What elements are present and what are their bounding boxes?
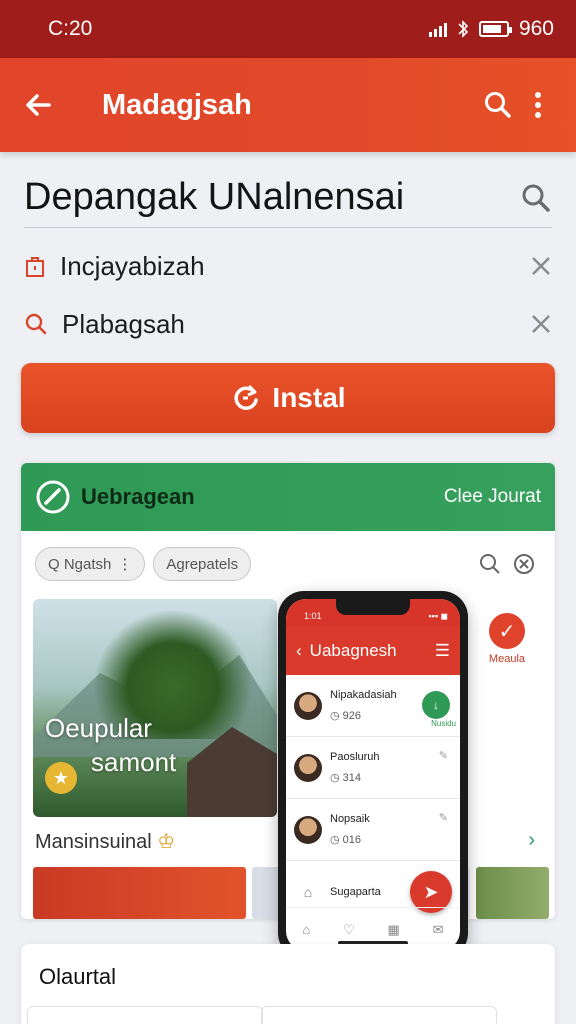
more-vert-icon[interactable] xyxy=(518,85,558,125)
battery-level: 960 xyxy=(518,17,554,40)
chevron-right-icon[interactable]: › xyxy=(528,829,535,852)
search-icon[interactable] xyxy=(520,182,552,214)
thumbnail[interactable] xyxy=(33,867,247,919)
list-item-name: Nipakadasiah xyxy=(330,689,397,701)
home-icon[interactable]: ⌂ xyxy=(302,922,310,937)
back-chevron-icon[interactable]: ‹ xyxy=(296,641,302,661)
phone-notch xyxy=(336,599,410,615)
phone-screen: 1:01 ▪▪▪ ◼ ‹ Uabagnesh ☰ Nipakadasiah ◷ 9… xyxy=(286,599,460,951)
list-item-name: Sugaparta xyxy=(330,886,381,898)
list-item-name: Nopsaik xyxy=(330,813,370,825)
list-item[interactable]: Paosluruh ◷ 314 ✎ xyxy=(286,737,460,799)
install-label: Instal xyxy=(272,382,346,413)
section-label-text: Mansinsuinal xyxy=(35,831,152,853)
search-icon[interactable] xyxy=(478,85,518,125)
bottom-card: Olaurtal xyxy=(21,944,555,1024)
section-label: Mansinsuinal ♔ xyxy=(35,829,175,854)
crown-icon: ♔ xyxy=(157,831,176,853)
search-heading: Depangak UNalnensai xyxy=(24,176,405,218)
thumbnail[interactable] xyxy=(475,867,549,919)
close-circle-icon[interactable] xyxy=(513,553,535,575)
status-time: C:20 xyxy=(48,17,93,40)
pill-label: Agrepatels xyxy=(166,555,239,573)
search-icon xyxy=(25,313,47,335)
install-button[interactable]: Instal xyxy=(21,363,555,433)
edit-icon[interactable]: ✎ xyxy=(439,811,448,824)
preview-app-name: Uebragean xyxy=(81,484,195,509)
refresh-icon xyxy=(234,384,259,410)
list-item-stat: ◷ 314 xyxy=(330,772,362,784)
status-icons: 960 xyxy=(428,17,554,41)
hero-image[interactable]: Oeupular samont ★ xyxy=(33,599,277,817)
check-icon: ✓ xyxy=(488,613,525,649)
list-item-stat: ◷ 016 xyxy=(330,834,362,846)
signal-icon xyxy=(428,21,447,37)
bottom-card-item[interactable] xyxy=(27,1006,263,1024)
bluetooth-icon xyxy=(458,20,469,38)
preview-pill[interactable]: Q Ngatsh ⋮ xyxy=(35,547,146,581)
close-icon[interactable] xyxy=(530,313,552,335)
bag-icon xyxy=(26,257,44,277)
grid-icon[interactable]: ▦ xyxy=(388,922,400,938)
home-outline-icon: ⌂ xyxy=(303,884,313,900)
battery-icon xyxy=(478,21,512,37)
pill-label: Q Ngatsh xyxy=(48,555,112,573)
list-item-name: Paosluruh xyxy=(330,751,380,763)
filter-row-2[interactable]: Plabagsah xyxy=(24,300,552,348)
download-icon[interactable]: ↓ xyxy=(422,691,450,719)
preview-header: Uebragean Clee Jourat xyxy=(21,463,555,531)
star-badge-icon: ★ xyxy=(45,762,77,794)
menu-icon[interactable]: ☰ xyxy=(435,641,450,661)
list-item-stat: ◷ 926 xyxy=(330,710,362,722)
search-icon[interactable] xyxy=(479,553,501,575)
phone-mockup: 1:01 ▪▪▪ ◼ ‹ Uabagnesh ☰ Nipakadasiah ◷ 9… xyxy=(278,591,468,959)
avatar xyxy=(294,753,322,782)
back-arrow-icon[interactable] xyxy=(18,85,58,125)
status-bar: C:20 960 xyxy=(0,0,576,58)
list-item[interactable]: Nopsaik ◷ 016 ✎ xyxy=(286,799,460,861)
mail-icon[interactable]: ✉ xyxy=(433,922,444,938)
app-title: Madagjsah xyxy=(102,88,252,121)
filter-row-1[interactable]: Incjayabizah xyxy=(24,242,552,290)
close-icon[interactable] xyxy=(530,255,552,277)
phone-status-icons: ▪▪▪ ◼ xyxy=(428,610,448,621)
side-caption: Meaula xyxy=(488,653,525,665)
heart-icon[interactable]: ♡ xyxy=(343,922,355,938)
side-action[interactable]: ✓ Meaula xyxy=(489,613,525,665)
bottom-card-item[interactable] xyxy=(261,1006,497,1024)
bottom-card-title: Olaurtal xyxy=(39,964,117,989)
phone-status-time: 1:01 xyxy=(304,611,322,621)
app-bar: Madagjsah xyxy=(0,58,576,152)
list-item[interactable]: Nipakadasiah ◷ 926 ↓ Nusidu xyxy=(286,675,460,737)
search-heading-row[interactable]: Depangak UNalnensai xyxy=(24,168,552,228)
avatar xyxy=(294,815,322,844)
hero-title-line1: Oeupular xyxy=(45,713,152,743)
edit-icon[interactable]: ✎ xyxy=(439,749,448,762)
filter-label: Plabagsah xyxy=(62,308,185,339)
list-item-tag: Nusidu xyxy=(431,719,456,728)
more-icon: ⋮ xyxy=(117,556,133,573)
filter-label: Incjayabizah xyxy=(60,250,205,281)
preview-tool-icons xyxy=(479,553,535,575)
preview-pill[interactable]: Agrepatels xyxy=(153,547,252,581)
preview-pill-row: Q Ngatsh ⋮ Agrepatels xyxy=(35,547,252,581)
phone-app-bar: ‹ Uabagnesh ☰ xyxy=(286,627,460,675)
check-circle-icon xyxy=(36,480,70,514)
avatar xyxy=(294,691,322,720)
preview-header-link[interactable]: Clee Jourat xyxy=(444,486,541,508)
phone-title: Uabagnesh xyxy=(309,641,397,660)
